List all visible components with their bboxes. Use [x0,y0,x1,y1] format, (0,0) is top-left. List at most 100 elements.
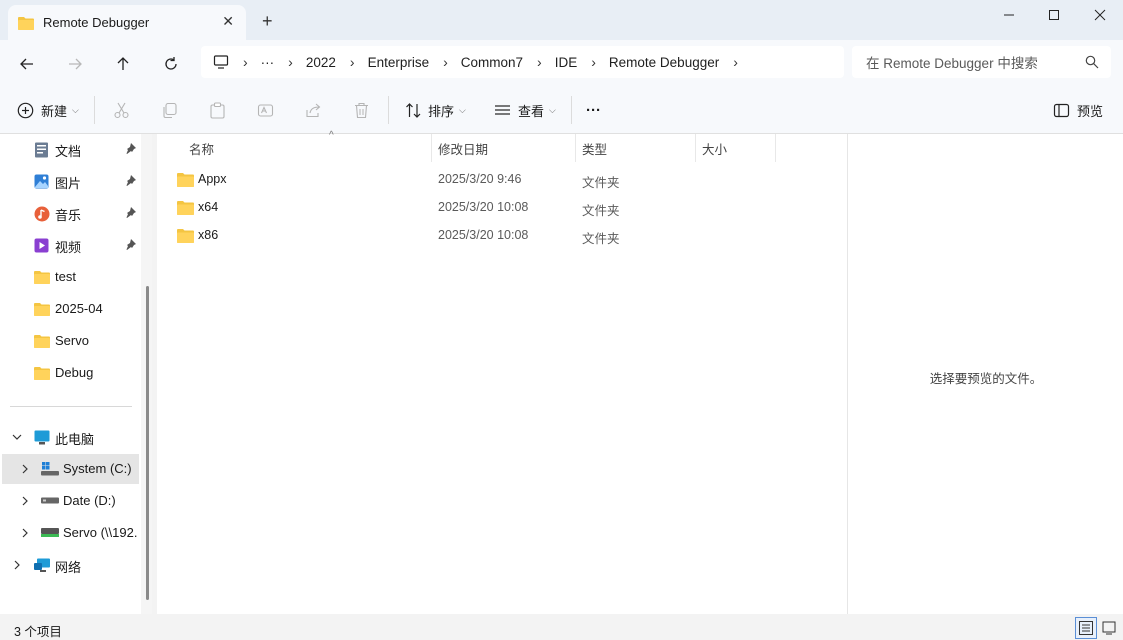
close-tab-icon[interactable]: ✕ [222,13,234,30]
file-name: x64 [198,200,219,214]
folder-icon [177,173,194,187]
view-button[interactable]: 查看 ⌵ [494,98,556,122]
chevron-right-icon[interactable] [20,464,30,474]
sidebar-item-label: test [55,269,76,284]
file-modified: 2025/3/20 10:08 [438,228,529,242]
new-button[interactable]: 新建 ⌵ [17,98,79,122]
pin-icon[interactable] [125,239,136,250]
breadcrumb-overflow[interactable]: ··· [261,55,275,70]
sidebar-item-label: 2025-04 [55,301,103,316]
file-type: 文件夹 [582,232,620,246]
pin-icon[interactable] [125,143,136,154]
more-icon: ··· [586,101,601,119]
details-view-button[interactable] [1075,617,1097,639]
sidebar-item-pictures[interactable]: 图片 [0,166,140,196]
sidebar-scrollbar-thumb[interactable] [146,286,149,600]
sidebar-item-label: 视频 [55,240,82,255]
sidebar-item-this-pc[interactable]: 此电脑 [0,422,140,452]
column-header-name[interactable]: 名称 ^ [183,130,432,162]
forward-button[interactable] [63,52,87,76]
sidebar-item-date-d[interactable]: Date (D:) [0,486,140,516]
breadcrumb-item[interactable]: IDE [555,55,578,70]
preview-label: 预览 [1077,103,1104,119]
new-tab-button[interactable]: + [262,11,273,32]
sidebar-divider [10,406,132,407]
chevron-down-icon[interactable] [12,432,22,442]
chevron-down-icon: ⌵ [549,104,556,115]
refresh-button[interactable] [159,52,183,76]
folder-icon [177,201,194,215]
copy-button[interactable] [161,98,178,122]
file-row[interactable]: Appx 2025/3/20 9:46 文件夹 [157,166,847,194]
sidebar-item-label: Debug [55,365,94,380]
sidebar-item-system-c[interactable]: System (C:) [2,454,139,484]
toolbar-divider [571,96,572,124]
preview-pane-button[interactable]: 预览 [1053,98,1103,122]
breadcrumb-item[interactable]: Enterprise [368,55,430,70]
up-button[interactable] [111,52,135,76]
folder-icon [34,367,50,380]
file-row[interactable]: x64 2025/3/20 10:08 文件夹 [157,194,847,222]
chevron-right-icon[interactable] [20,528,30,538]
sidebar-item-test[interactable]: test [0,262,140,292]
breadcrumb-item[interactable]: Remote Debugger [609,55,719,70]
maximize-button[interactable] [1031,0,1077,30]
sidebar-item-label: System (C:) [63,461,132,476]
item-count: 3 个项目 [14,625,62,639]
large-icons-view-button[interactable] [1098,617,1120,639]
sidebar-item-2025-04[interactable]: 2025-04 [0,294,140,324]
search-input[interactable]: 在 Remote Debugger 中搜索 [852,46,1111,78]
sort-label: 排序 [428,103,455,119]
network-drive-icon [41,528,59,537]
rename-button[interactable] [257,98,274,122]
file-type: 文件夹 [582,204,620,218]
minimize-button[interactable] [986,0,1032,30]
breadcrumb-item[interactable]: Common7 [461,55,523,70]
cut-icon [114,102,129,118]
music-icon [34,206,50,222]
status-bar: 3 个项目 [0,614,1123,640]
sidebar-item-network[interactable]: 网络 [0,550,140,580]
more-options-button[interactable]: ··· [586,98,601,122]
sidebar-item-servo-network[interactable]: Servo (\\192. [0,518,140,548]
navigation-pane: 文档 图片 音乐 视频 test 2025-04 Servo Debug 此电脑 [0,134,152,614]
trash-icon [355,102,368,118]
column-header-type[interactable]: 类型 [576,134,696,162]
file-modified: 2025/3/20 10:08 [438,200,529,214]
sidebar-item-label: Servo [55,333,89,348]
file-row[interactable]: x86 2025/3/20 10:08 文件夹 [157,222,847,250]
folder-icon [18,16,34,30]
sidebar-item-label: Date (D:) [63,493,116,508]
new-label: 新建 [41,103,68,119]
file-name: Appx [198,172,227,186]
chevron-right-icon[interactable] [20,496,30,506]
windows-drive-icon [41,462,59,476]
column-header-modified[interactable]: 修改日期 [432,134,576,162]
sidebar-item-servo[interactable]: Servo [0,326,140,356]
back-button[interactable] [15,52,39,76]
address-bar[interactable]: › ··· › 2022 › Enterprise › Common7 › ID… [201,46,844,78]
close-button[interactable] [1077,0,1123,30]
paste-button[interactable] [209,98,226,122]
chevron-right-icon[interactable]: › [733,54,738,70]
sort-button[interactable]: 排序 ⌵ [405,98,466,122]
sidebar-item-debug[interactable]: Debug [0,358,140,388]
sidebar-item-label: 图片 [55,176,82,191]
sidebar-item-documents[interactable]: 文档 [0,134,140,164]
cut-button[interactable] [113,98,130,122]
column-header-size[interactable]: 大小 [696,134,776,162]
chevron-right-icon: › [443,54,448,70]
chevron-right-icon[interactable] [12,560,22,570]
pin-icon[interactable] [125,207,136,218]
breadcrumb-item[interactable]: 2022 [306,55,336,70]
pin-icon[interactable] [125,175,136,186]
search-placeholder: 在 Remote Debugger 中搜索 [866,56,1038,71]
sidebar-item-videos[interactable]: 视频 [0,230,140,260]
tab-remote-debugger[interactable]: Remote Debugger ✕ [8,5,246,40]
minimize-icon [1004,14,1014,16]
sidebar-item-music[interactable]: 音乐 [0,198,140,228]
folder-icon [177,229,194,243]
delete-button[interactable] [353,98,370,122]
column-label: 名称 [189,142,215,157]
share-button[interactable] [305,98,322,122]
